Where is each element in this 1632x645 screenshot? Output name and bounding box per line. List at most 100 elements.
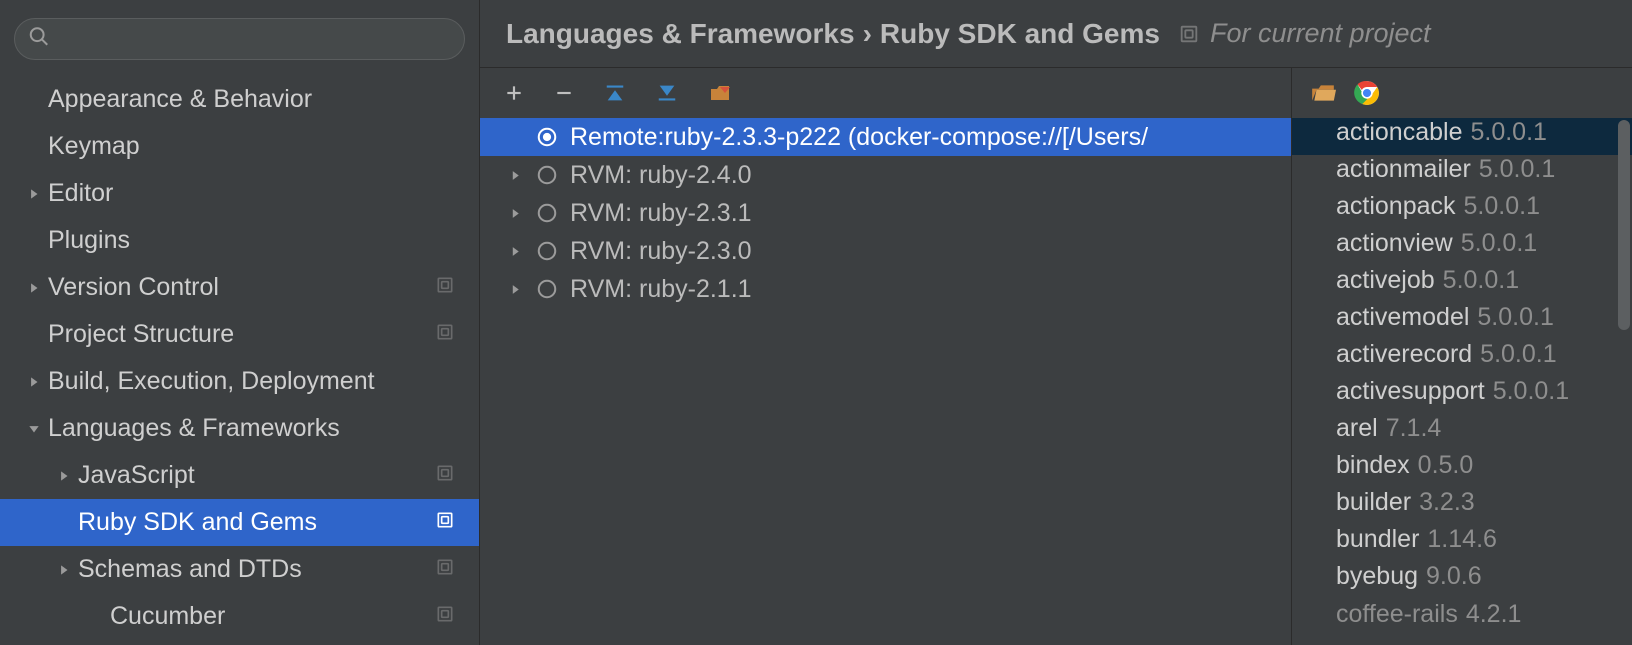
gem-version: 5.0.0.1	[1477, 303, 1553, 332]
sdk-row[interactable]: RVM: ruby-2.3.1	[480, 194, 1291, 232]
sidebar-item[interactable]: Version Control	[0, 264, 479, 311]
gem-row[interactable]: actioncable 5.0.0.1	[1292, 118, 1632, 155]
gem-version: 5.0.0.1	[1480, 340, 1556, 369]
gem-row[interactable]: actionview 5.0.0.1	[1292, 229, 1632, 266]
caret-right-icon[interactable]	[500, 245, 530, 258]
gem-name: activerecord	[1336, 340, 1472, 369]
gem-version: 5.0.0.1	[1470, 118, 1546, 147]
gem-row[interactable]: bundler1.14.6	[1292, 525, 1632, 562]
sidebar-item-label: Editor	[48, 179, 469, 208]
breadcrumb-current: Ruby SDK and Gems	[880, 18, 1160, 50]
sdk-row[interactable]: RVM: ruby-2.1.1	[480, 270, 1291, 308]
project-scope-icon	[435, 602, 455, 631]
sidebar-item[interactable]: JavaScript	[0, 452, 479, 499]
project-scope-icon	[435, 273, 455, 302]
gem-name: activejob	[1336, 266, 1435, 295]
gems-panel: actioncable5.0.0.1actionmailer5.0.0.1act…	[1292, 68, 1632, 645]
gem-row[interactable]: coffee-rails 4.2.1	[1292, 599, 1632, 629]
gem-row[interactable]: activesupport5.0.0.1	[1292, 377, 1632, 414]
open-folder-button[interactable]	[1310, 80, 1336, 106]
sdk-name: RVM: ruby-2.3.1	[570, 199, 752, 228]
sdk-radio[interactable]	[530, 278, 564, 300]
caret-right-icon[interactable]	[20, 281, 48, 295]
gem-name: actioncable	[1336, 118, 1462, 147]
sidebar-item[interactable]: Keymap	[0, 123, 479, 170]
gem-version: 9.0.6	[1426, 562, 1482, 591]
search-icon	[28, 26, 50, 53]
gem-name: bundler	[1336, 525, 1419, 554]
sdk-row[interactable]: Remote:ruby-2.3.3-p222 (docker-compose:/…	[480, 118, 1291, 156]
gem-row[interactable]: byebug9.0.6	[1292, 562, 1632, 599]
sdk-name: RVM: ruby-2.4.0	[570, 161, 752, 190]
sidebar-item[interactable]: Languages & Frameworks	[0, 405, 479, 452]
sidebar-item-label: Appearance & Behavior	[48, 85, 469, 114]
sdk-radio[interactable]	[530, 126, 564, 148]
gems-toolbar	[1292, 68, 1632, 118]
search-input[interactable]	[14, 18, 465, 60]
sidebar-item[interactable]: Ruby SDK and Gems	[0, 499, 479, 546]
sidebar-item[interactable]: Build, Execution, Deployment	[0, 358, 479, 405]
sidebar-item-label: Version Control	[48, 273, 435, 302]
breadcrumb-parent[interactable]: Languages & Frameworks	[506, 18, 855, 50]
gem-version: 4.2.1	[1466, 600, 1522, 629]
sidebar-item[interactable]: Editor	[0, 170, 479, 217]
caret-right-icon[interactable]	[20, 375, 48, 389]
chrome-icon[interactable]	[1354, 80, 1380, 106]
scope-indicator: For current project	[1178, 18, 1431, 49]
gem-name: bindex	[1336, 451, 1410, 480]
caret-right-icon[interactable]	[500, 283, 530, 296]
scope-label: For current project	[1210, 18, 1431, 49]
sidebar-item[interactable]: Cucumber	[0, 593, 479, 640]
gem-row[interactable]: arel7.1.4	[1292, 414, 1632, 451]
gem-row[interactable]: actionpack5.0.0.1	[1292, 192, 1632, 229]
sdk-name: Remote:ruby-2.3.3-p222 (docker-compose:/…	[570, 123, 1148, 152]
caret-right-icon[interactable]	[20, 187, 48, 201]
caret-down-icon[interactable]	[20, 422, 48, 436]
sidebar-item-label: Schemas and DTDs	[78, 555, 435, 584]
add-sdk-button[interactable]	[504, 83, 524, 103]
sidebar-item[interactable]: Schemas and DTDs	[0, 546, 479, 593]
gem-row[interactable]: activerecord 5.0.0.1	[1292, 340, 1632, 377]
sdk-radio[interactable]	[530, 202, 564, 224]
project-scope-icon	[1178, 23, 1200, 45]
gem-row[interactable]: bindex 0.5.0	[1292, 451, 1632, 488]
collapse-down-button[interactable]	[656, 82, 678, 104]
gem-version: 5.0.0.1	[1461, 229, 1537, 258]
gem-name: coffee-rails	[1336, 600, 1458, 629]
gem-row[interactable]: activemodel5.0.0.1	[1292, 303, 1632, 340]
caret-right-icon[interactable]	[500, 169, 530, 182]
sdk-name: RVM: ruby-2.3.0	[570, 237, 752, 266]
gem-name: actionpack	[1336, 192, 1456, 221]
sdk-radio[interactable]	[530, 240, 564, 262]
caret-right-icon[interactable]	[500, 207, 530, 220]
edit-path-button[interactable]	[708, 81, 732, 105]
project-scope-icon	[435, 555, 455, 584]
sidebar-item[interactable]: Plugins	[0, 217, 479, 264]
sidebar-item[interactable]: Appearance & Behavior	[0, 76, 479, 123]
sdk-radio[interactable]	[530, 164, 564, 186]
expand-up-button[interactable]	[604, 82, 626, 104]
gem-name: actionmailer	[1336, 155, 1471, 184]
sidebar-item-label: Keymap	[48, 132, 469, 161]
caret-right-icon[interactable]	[50, 563, 78, 577]
breadcrumb: Languages & Frameworks › Ruby SDK and Ge…	[480, 0, 1632, 68]
sdk-row[interactable]: RVM: ruby-2.4.0	[480, 156, 1291, 194]
gems-scrollbar[interactable]	[1618, 120, 1630, 330]
gem-row[interactable]: activejob 5.0.0.1	[1292, 266, 1632, 303]
gem-name: actionview	[1336, 229, 1453, 258]
sidebar-item[interactable]: Project Structure	[0, 311, 479, 358]
sidebar-item-label: JavaScript	[78, 461, 435, 490]
sidebar-item-label: Languages & Frameworks	[48, 414, 469, 443]
caret-right-icon[interactable]	[50, 469, 78, 483]
settings-sidebar: Appearance & Behavior Keymap Editor Plugins…	[0, 0, 480, 645]
gem-row[interactable]: actionmailer5.0.0.1	[1292, 155, 1632, 192]
gem-version: 5.0.0.1	[1443, 266, 1519, 295]
remove-sdk-button[interactable]	[554, 83, 574, 103]
sdk-row[interactable]: RVM: ruby-2.3.0	[480, 232, 1291, 270]
sidebar-item-label: Ruby SDK and Gems	[78, 508, 435, 537]
project-scope-icon	[435, 508, 455, 537]
sdk-name: RVM: ruby-2.1.1	[570, 275, 752, 304]
gem-version: 0.5.0	[1418, 451, 1474, 480]
gem-name: builder	[1336, 488, 1411, 517]
gem-row[interactable]: builder3.2.3	[1292, 488, 1632, 525]
